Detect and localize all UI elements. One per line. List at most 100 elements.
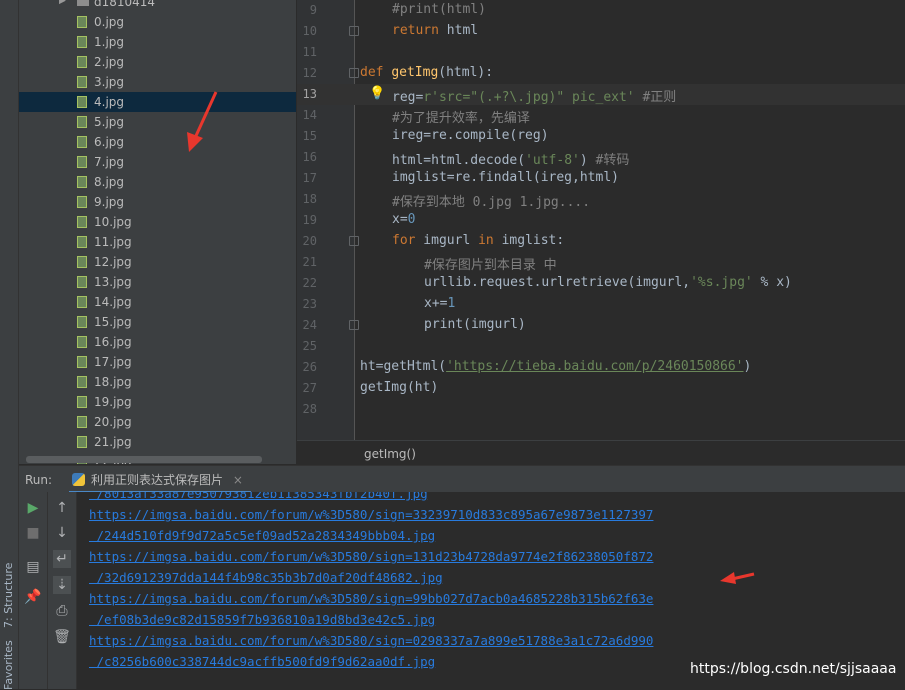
tree-file-item[interactable]: 12.jpg: [19, 252, 296, 272]
run-tab-label: 利用正则表达式保存图片: [91, 473, 224, 487]
code-editor[interactable]: 9 #print(html) 10 return html 11 12 def …: [297, 0, 905, 440]
trash-icon[interactable]: 🗑: [53, 628, 71, 646]
file-label: 2.jpg: [94, 55, 125, 69]
string-literal: '%s.jpg': [690, 275, 753, 290]
code-line-13[interactable]: 13 💡 reg=r'src="(.+?\.jpg)" pic_ext' #正则: [297, 84, 905, 105]
tree-file-item[interactable]: 10.jpg: [19, 212, 296, 232]
code-line-21[interactable]: 21 #保存图片到本目录 中: [297, 252, 905, 273]
tree-file-item[interactable]: 6.jpg: [19, 132, 296, 152]
expand-arrow-icon[interactable]: ▶: [59, 0, 66, 6]
up-arrow-icon[interactable]: ↑: [53, 499, 71, 517]
code-line-26[interactable]: 26 ht=getHtml('https://tieba.baidu.com/p…: [297, 357, 905, 378]
favorites-tab[interactable]: Favorites: [2, 640, 15, 690]
breadcrumb-item[interactable]: getImg(): [364, 447, 416, 461]
tree-file-item[interactable]: 2.jpg: [19, 52, 296, 72]
tree-file-item[interactable]: 5.jpg: [19, 112, 296, 132]
pin-icon[interactable]: 📌: [24, 588, 42, 606]
scroll-to-end-icon[interactable]: ⇣: [53, 576, 71, 594]
tree-file-item[interactable]: 20.jpg: [19, 412, 296, 432]
close-tab-icon[interactable]: ×: [233, 473, 243, 487]
line-number: 25: [302, 339, 317, 353]
tree-folder[interactable]: ▶ d1810414: [19, 0, 296, 12]
file-label: 19.jpg: [94, 395, 132, 409]
tree-file-item[interactable]: 0.jpg: [19, 12, 296, 32]
code-line-19[interactable]: 19 x=0: [297, 210, 905, 231]
code-line-28[interactable]: 28: [297, 399, 905, 420]
tree-file-item[interactable]: 1.jpg: [19, 32, 296, 52]
tree-file-item[interactable]: 16.jpg: [19, 332, 296, 352]
code-line-20[interactable]: 20 for imgurl in imglist:: [297, 231, 905, 252]
run-label: Run:: [25, 473, 53, 487]
console-link[interactable]: /c8256b600c338744dc9acffb500fd9f9d62aa0d…: [89, 654, 436, 675]
print-icon[interactable]: ⎙: [53, 602, 71, 620]
fold-icon[interactable]: [349, 236, 359, 246]
fold-icon[interactable]: [349, 68, 359, 78]
line-number: 22: [302, 276, 317, 290]
code-line-14[interactable]: 14 #为了提升效率，先编译: [297, 105, 905, 126]
line-number: 23: [302, 297, 317, 311]
code-line-23[interactable]: 23 x+=1: [297, 294, 905, 315]
tree-file-item[interactable]: 11.jpg: [19, 232, 296, 252]
folder-icon: [77, 0, 89, 6]
stop-icon[interactable]: ■: [24, 524, 42, 542]
image-file-icon: [77, 436, 87, 448]
tree-file-item[interactable]: 9.jpg: [19, 192, 296, 212]
console-output[interactable]: /8013af33a87e950793812eb11385343fbf2b40f…: [77, 492, 905, 689]
code-line-10[interactable]: 10 return html: [297, 21, 905, 42]
tree-file-item[interactable]: 8.jpg: [19, 172, 296, 192]
code-line-27[interactable]: 27 getImg(ht): [297, 378, 905, 399]
image-file-icon: [77, 416, 87, 428]
code-line-16[interactable]: 16 html=html.decode('utf-8') #转码: [297, 147, 905, 168]
code-text: html: [438, 23, 479, 38]
tree-file-item[interactable]: 14.jpg: [19, 292, 296, 312]
console-link[interactable]: https://imgsa.baidu.com/forum/w%3D580/si…: [89, 591, 653, 612]
fold-icon[interactable]: [349, 26, 359, 36]
console-link[interactable]: https://imgsa.baidu.com/forum/w%3D580/si…: [89, 633, 653, 654]
lightbulb-icon[interactable]: 💡: [369, 86, 385, 101]
string-literal: r'src="(.+?\.jpg)" pic_ext': [423, 90, 635, 105]
console-link[interactable]: /32d6912397dda144f4b98c35b3b7d0af20df486…: [89, 570, 443, 591]
tree-file-item[interactable]: 3.jpg: [19, 72, 296, 92]
down-arrow-icon[interactable]: ↓: [53, 524, 71, 542]
file-label: 6.jpg: [94, 135, 125, 149]
code-line-18[interactable]: 18 #保存到本地 0.jpg 1.jpg....: [297, 189, 905, 210]
console-link[interactable]: https://imgsa.baidu.com/forum/w%3D580/si…: [89, 507, 653, 528]
code-line-15[interactable]: 15 ireg=re.compile(reg): [297, 126, 905, 147]
code-text: urllib.request.urlretrieve(imgurl,: [424, 275, 691, 290]
console-link[interactable]: /244d510fd9f9d72a5c5ef09ad52a2834349bbb0…: [89, 528, 436, 549]
project-horizontal-scrollbar[interactable]: [26, 456, 262, 463]
soft-wrap-icon[interactable]: ↵: [53, 550, 71, 568]
console-link[interactable]: /8013af33a87e950793812eb11385343fbf2b40f…: [89, 492, 428, 507]
tree-file-item[interactable]: 18.jpg: [19, 372, 296, 392]
comment: #保存图片到本目录 中: [424, 258, 557, 273]
tree-file-item[interactable]: 21.jpg: [19, 432, 296, 452]
image-file-icon: [77, 296, 87, 308]
code-line-22[interactable]: 22 urllib.request.urlretrieve(imgurl,'%s…: [297, 273, 905, 294]
tree-file-item[interactable]: 13.jpg: [19, 272, 296, 292]
console-link[interactable]: https://imgsa.baidu.com/forum/w%3D580/si…: [89, 549, 653, 570]
code-line-25[interactable]: 25: [297, 336, 905, 357]
code-line-24[interactable]: 24 print(imgurl): [297, 315, 905, 336]
line-number: 28: [302, 402, 317, 416]
console-link[interactable]: /ef08b3de9c82d15859f7b936810a19d8bd3e42c…: [89, 612, 436, 633]
tree-file-item[interactable]: 4.jpg: [19, 92, 296, 112]
tree-file-item[interactable]: 15.jpg: [19, 312, 296, 332]
line-number: 24: [302, 318, 317, 332]
run-tab[interactable]: 利用正则表达式保存图片 ×: [69, 469, 251, 493]
line-number: 18: [302, 192, 317, 206]
rerun-icon[interactable]: ▶: [24, 499, 42, 517]
image-file-icon: [77, 36, 87, 48]
image-file-icon: [77, 276, 87, 288]
line-number: 10: [302, 24, 317, 38]
code-line-17[interactable]: 17 imglist=re.findall(ireg,html): [297, 168, 905, 189]
tree-file-item[interactable]: 19.jpg: [19, 392, 296, 412]
restore-layout-icon[interactable]: ▤: [24, 558, 42, 576]
code-line-12[interactable]: 12 def getImg(html):: [297, 63, 905, 84]
structure-tab[interactable]: 7: Structure: [2, 563, 15, 628]
tree-file-item[interactable]: 17.jpg: [19, 352, 296, 372]
code-line-11[interactable]: 11: [297, 42, 905, 63]
code-line-9[interactable]: 9 #print(html): [297, 0, 905, 21]
tree-file-item[interactable]: 7.jpg: [19, 152, 296, 172]
code-text: imglist:: [493, 233, 565, 248]
fold-icon[interactable]: [349, 320, 359, 330]
